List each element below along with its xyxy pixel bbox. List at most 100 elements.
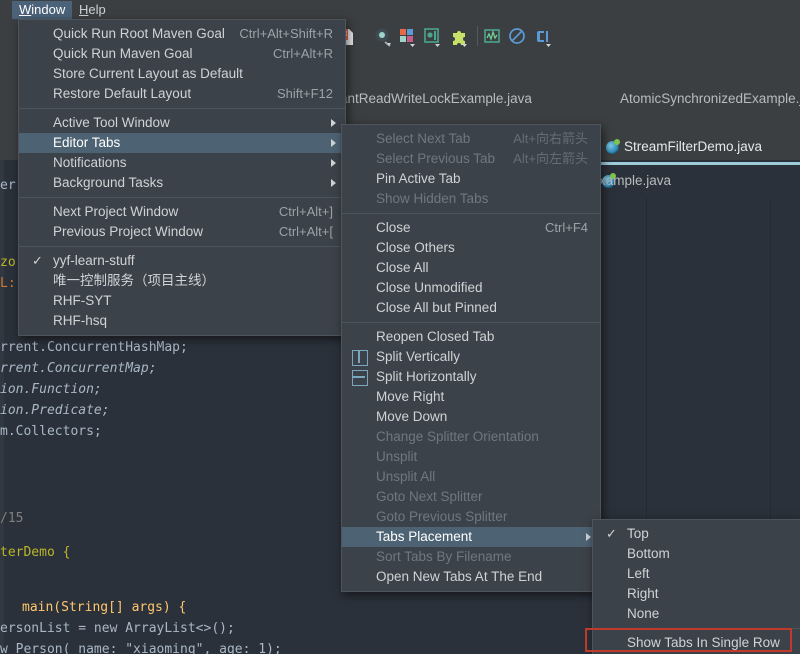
editor-tabs-menu-item-tabs-placement[interactable]: Tabs Placement <box>342 527 600 547</box>
tabs-placement-submenu[interactable]: ✓TopBottom Left RightNone Show Tabs In Sing… <box>592 519 800 654</box>
editor-tabs-menu-item-open-new-tabs-at-the-end[interactable]: Open New Tabs At The End <box>342 567 600 587</box>
menu-item-label: Left <box>627 566 650 581</box>
menu-separator <box>342 322 600 323</box>
menu-item-shortcut: Alt+向右箭头 <box>513 129 588 149</box>
link-icon[interactable] <box>533 26 555 48</box>
menu-item-label: 唯一控制服务（项目主线） <box>53 273 215 288</box>
editor-tab-selected[interactable]: StreamFilterDemo.java <box>624 130 762 163</box>
editor-tabs-menu-item-move-right[interactable]: Move Right <box>342 387 600 407</box>
menu-item-shortcut: Ctrl+Alt+] <box>279 202 333 222</box>
menu-item-label: Move Down <box>376 409 447 424</box>
editor-tabs-menu-item-sort-tabs-by-filename: Sort Tabs By Filename <box>342 547 600 567</box>
menu-item-label: Next Project Window <box>53 204 178 219</box>
window-menu-item-[interactable]: 唯一控制服务（项目主线） <box>19 271 345 291</box>
tabs-placement-item-right[interactable]: Right <box>593 584 800 604</box>
code-line: rrent.ConcurrentMap; <box>0 361 157 376</box>
menu-item-label: RHF-hsq <box>53 313 107 328</box>
tabs-placement-item-left[interactable]: Left <box>593 564 800 584</box>
menu-item-label: Previous Project Window <box>53 224 203 239</box>
window-menu-item-rhf-syt[interactable]: RHF-SYT <box>19 291 345 311</box>
split-horizontal-icon <box>352 370 368 386</box>
database-icon[interactable] <box>422 26 444 48</box>
editor-tabs-menu-item-reopen-closed-tab[interactable]: Reopen Closed Tab <box>342 327 600 347</box>
editor-tab[interactable]: AtomicSynchronizedExample.ja <box>620 82 800 115</box>
menu-item-label: Split Horizontally <box>376 369 477 384</box>
editor-tabs-menu-item-pin-active-tab[interactable]: Pin Active Tab <box>342 169 600 189</box>
menubar-item-help-label: elp <box>88 2 105 17</box>
menu-item-label: RHF-SYT <box>53 293 112 308</box>
menu-item-shortcut: Shift+F12 <box>277 84 333 104</box>
editor-tabs-menu-item-change-splitter-orientation: Change Splitter Orientation <box>342 427 600 447</box>
menu-bar <box>0 0 800 20</box>
menu-item-shortcut: Ctrl+Alt+Shift+R <box>239 24 333 44</box>
menu-item-label: Move Right <box>376 389 444 404</box>
editor-tabs-menu-item-close-unmodified[interactable]: Close Unmodified <box>342 278 600 298</box>
menu-item-label: Active Tool Window <box>53 115 170 130</box>
menu-item-label: yyf-learn-stuff <box>53 253 135 268</box>
editor-tabs-menu-item-close[interactable]: CloseCtrl+F4 <box>342 218 600 238</box>
tabs-placement-item-top[interactable]: ✓Top <box>593 524 800 544</box>
code-line: zo <box>0 255 16 270</box>
code-line: ion.Predicate; <box>0 403 110 418</box>
menu-item-label: Store Current Layout as Default <box>53 66 243 81</box>
menu-item-label: Unsplit <box>376 449 417 464</box>
menu-item-label: Unsplit All <box>376 469 435 484</box>
editor-tabs-menu-item-split-horizontally[interactable]: Split Horizontally <box>342 367 600 387</box>
ide-window: rrent.ConcurrentHashMap;rrent.Concurrent… <box>0 0 800 654</box>
code-line: w Person( name: "xiaoming", age: 1); <box>0 642 282 654</box>
menu-separator <box>19 246 345 247</box>
editor-tab[interactable]: Example.java <box>590 170 671 203</box>
menubar-item-help[interactable]: Help <box>72 1 113 19</box>
menu-item-label: Show Hidden Tabs <box>376 191 488 206</box>
window-menu-item-restore-default-layout[interactable]: Restore Default Layout Shift+F12 <box>19 84 345 104</box>
code-line: ion.Function; <box>0 382 102 397</box>
tabs-placement-item-none[interactable]: None <box>593 604 800 624</box>
window-menu-item-yyf-learn-stuff[interactable]: ✓yyf-learn-stuff <box>19 251 345 271</box>
editor-tabs-submenu[interactable]: Select Next TabAlt+向右箭头Select Previous T… <box>341 124 601 592</box>
project-structure-icon[interactable] <box>397 26 419 48</box>
submenu-arrow-icon <box>331 159 336 167</box>
window-menu-item-quick-run-maven-goal[interactable]: Quick Run Maven GoalCtrl+Alt+R <box>19 44 345 64</box>
window-menu-item-next-project-window[interactable]: Next Project Window Ctrl+Alt+] <box>19 202 345 222</box>
menu-separator <box>342 213 600 214</box>
menubar-item-window[interactable]: Window <box>12 1 72 19</box>
editor-tabs-menu-item-unsplit-all: Unsplit All <box>342 467 600 487</box>
menu-separator <box>19 108 345 109</box>
window-menu-item-active-tool-window[interactable]: Active Tool Window <box>19 113 345 133</box>
window-menu-item-rhf-hsq[interactable]: RHF-hsq <box>19 311 345 331</box>
toolbar-separator <box>477 26 478 46</box>
menu-item-label: Editor Tabs <box>53 135 120 150</box>
menu-separator <box>593 628 800 629</box>
menu-item-label: Goto Next Splitter <box>376 489 483 504</box>
editor-tabs-menu-item-show-hidden-tabs: Show Hidden Tabs <box>342 189 600 209</box>
window-dropdown-menu[interactable]: Quick Run Root Maven GoalCtrl+Alt+Shift+… <box>18 19 346 336</box>
window-menu-item-background-tasks[interactable]: Background Tasks <box>19 173 345 193</box>
menu-item-label: Change Splitter Orientation <box>376 429 539 444</box>
mute-breakpoints-icon[interactable] <box>507 26 529 48</box>
window-menu-item-editor-tabs[interactable]: Editor Tabs <box>19 133 345 153</box>
menu-item-label: Close Others <box>376 240 455 255</box>
editor-tabs-menu-item-move-down[interactable]: Move Down <box>342 407 600 427</box>
java-file-icon <box>606 141 619 154</box>
submenu-arrow-icon <box>331 139 336 147</box>
menu-item-label: Restore Default Layout <box>53 86 191 101</box>
menu-item-label: Select Previous Tab <box>376 151 495 166</box>
editor-tabs-menu-item-split-vertically[interactable]: Split Vertically <box>342 347 600 367</box>
tabs-placement-item-show-tabs-in-single-row[interactable]: Show Tabs In Single Row <box>593 633 800 653</box>
editor-tabs-menu-item-close-all-but-pinned[interactable]: Close All but Pinned <box>342 298 600 318</box>
profiler-icon[interactable] <box>482 26 504 48</box>
window-menu-item-quick-run-root-maven-goal[interactable]: Quick Run Root Maven GoalCtrl+Alt+Shift+… <box>19 24 345 44</box>
menubar-item-window-label: indow <box>31 2 65 17</box>
plugins-icon[interactable] <box>449 26 471 48</box>
search-everywhere-icon[interactable] <box>372 26 394 48</box>
window-menu-item-store-current-layout-as-default[interactable]: Store Current Layout as Default <box>19 64 345 84</box>
submenu-arrow-icon <box>586 533 591 541</box>
window-menu-item-previous-project-window[interactable]: Previous Project WindowCtrl+Alt+[ <box>19 222 345 242</box>
editor-tabs-menu-item-close-all[interactable]: Close All <box>342 258 600 278</box>
editor-tabs-menu-item-unsplit: Unsplit <box>342 447 600 467</box>
menu-item-label: Close All but Pinned <box>376 300 497 315</box>
editor-tabs-menu-item-close-others[interactable]: Close Others <box>342 238 600 258</box>
tabs-placement-item-bottom[interactable]: Bottom <box>593 544 800 564</box>
window-menu-item-notifications[interactable]: Notifications <box>19 153 345 173</box>
editor-tab[interactable]: antReadWriteLockExample.java <box>340 82 532 115</box>
